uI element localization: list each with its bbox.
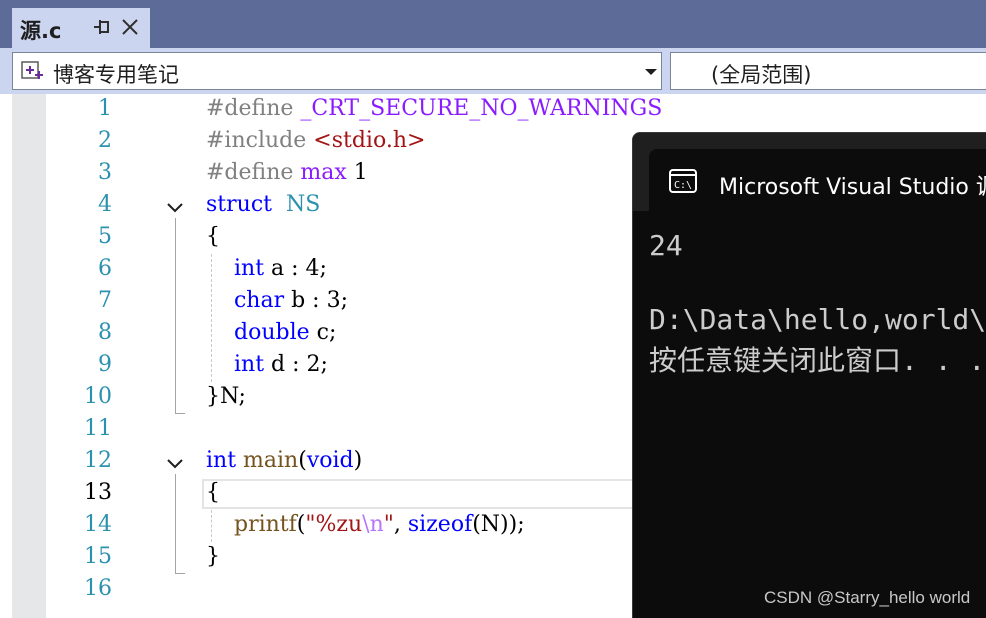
collapse-icon[interactable] [166, 202, 184, 214]
type-keyword: int [206, 448, 237, 473]
line-number: 7 [98, 288, 112, 313]
escape-sequence: \n [362, 512, 384, 537]
document-tab[interactable]: 源.c [12, 8, 150, 48]
comma: , [393, 512, 408, 537]
code-line: } [206, 544, 220, 569]
line-number: 11 [84, 416, 112, 441]
brace: } [206, 544, 220, 569]
field-decl: c; [316, 320, 337, 345]
sizeof-arg: (N)); [472, 512, 525, 537]
code-line: struct NS [206, 192, 320, 217]
preprocessor-directive: #define [206, 160, 294, 185]
line-number: 14 [84, 512, 112, 537]
navigation-bar: 博客专用笔记 (全局范围) [0, 48, 986, 94]
collapse-icon[interactable] [166, 458, 184, 470]
line-number: 16 [84, 576, 112, 601]
code-line: int a : 4; [206, 256, 327, 281]
code-line: #define max 1 [206, 160, 368, 185]
struct-name: NS [285, 192, 321, 217]
scope-name: (全局范围) [711, 63, 812, 87]
indicator-margin [12, 94, 46, 618]
fold-region-line [175, 218, 185, 414]
code-line: double c; [206, 320, 336, 345]
chevron-down-icon[interactable] [645, 69, 657, 75]
console-output-line: 按任意键关闭此窗口. . . [649, 344, 986, 377]
macro-value: 1 [353, 160, 368, 185]
console-output-line: D:\Data\hello,world\ [649, 303, 986, 336]
line-number: 6 [98, 256, 112, 281]
code-line: int main(void) [206, 448, 362, 473]
include-header: <stdio.h> [313, 128, 426, 153]
line-number: 10 [84, 384, 112, 409]
code-line: }N; [206, 384, 246, 409]
line-number: 12 [84, 448, 112, 473]
sizeof-keyword: sizeof [407, 512, 473, 537]
macro-name: _CRT_SECURE_NO_WARNINGS [300, 96, 663, 121]
current-line-number: 13 [84, 480, 112, 505]
function-name: main [243, 448, 299, 473]
macro-name: max [300, 160, 347, 185]
current-line-highlight [202, 479, 642, 509]
project-icon [21, 61, 43, 79]
fold-region-line [175, 474, 185, 574]
pin-icon[interactable] [92, 17, 112, 37]
line-number: 8 [98, 320, 112, 345]
scope-dropdown[interactable]: (全局范围) [670, 52, 986, 90]
line-number: 2 [98, 128, 112, 153]
string-literal: " [383, 512, 394, 537]
brace: { [206, 224, 220, 249]
code-line: #include <stdio.h> [206, 128, 425, 153]
paren: ( [298, 448, 307, 473]
preprocessor-directive: #include [206, 128, 307, 153]
struct-close: }N; [206, 384, 246, 409]
code-line: #define _CRT_SECURE_NO_WARNINGS [206, 96, 662, 121]
field-decl: d : 2; [271, 352, 328, 377]
type-keyword: int [233, 256, 265, 281]
code-line: { [206, 480, 220, 505]
type-keyword: char [233, 288, 285, 313]
close-icon[interactable] [120, 17, 140, 37]
code-line: { [206, 224, 220, 249]
param-keyword: void [306, 448, 354, 473]
console-titlebar[interactable]: C:\ Microsoft Visual Studio 调试控制台 [633, 133, 986, 211]
type-keyword: double [233, 320, 310, 345]
console-output-line: 24 [649, 229, 683, 262]
code-line: int d : 2; [206, 352, 328, 377]
line-number-gutter: 1 2 3 4 5 6 7 8 9 10 11 12 13 14 15 16 [46, 94, 112, 618]
project-dropdown[interactable]: 博客专用笔记 [12, 52, 662, 90]
field-decl: a : 4; [271, 256, 327, 281]
preprocessor-directive: #define [206, 96, 294, 121]
line-number: 4 [98, 192, 112, 217]
paren: ) [353, 448, 363, 473]
tab-title: 源.c [20, 19, 62, 43]
brace: { [206, 480, 220, 505]
line-number: 15 [84, 544, 112, 569]
type-keyword: int [233, 352, 265, 377]
keyword: struct [206, 192, 272, 217]
svg-text:C:\: C:\ [674, 180, 692, 191]
debug-console-window[interactable]: C:\ Microsoft Visual Studio 调试控制台 24 D:\… [632, 132, 986, 618]
code-line: printf("%zu\n", sizeof(N)); [206, 512, 525, 537]
function-call: printf [233, 512, 297, 537]
watermark: CSDN @Starry_hello world [764, 588, 971, 607]
tab-bar: 源.c [0, 0, 986, 48]
line-number: 9 [98, 352, 112, 377]
console-title: Microsoft Visual Studio 调试控制台 [719, 175, 986, 200]
line-number: 5 [98, 224, 112, 249]
line-number: 1 [98, 96, 112, 121]
line-number: 3 [98, 160, 112, 185]
field-decl: b : 3; [291, 288, 348, 313]
project-name: 博客专用笔记 [53, 63, 179, 87]
string-literal: "%zu [305, 512, 363, 537]
code-line: char b : 3; [206, 288, 348, 313]
terminal-icon: C:\ [669, 169, 697, 193]
